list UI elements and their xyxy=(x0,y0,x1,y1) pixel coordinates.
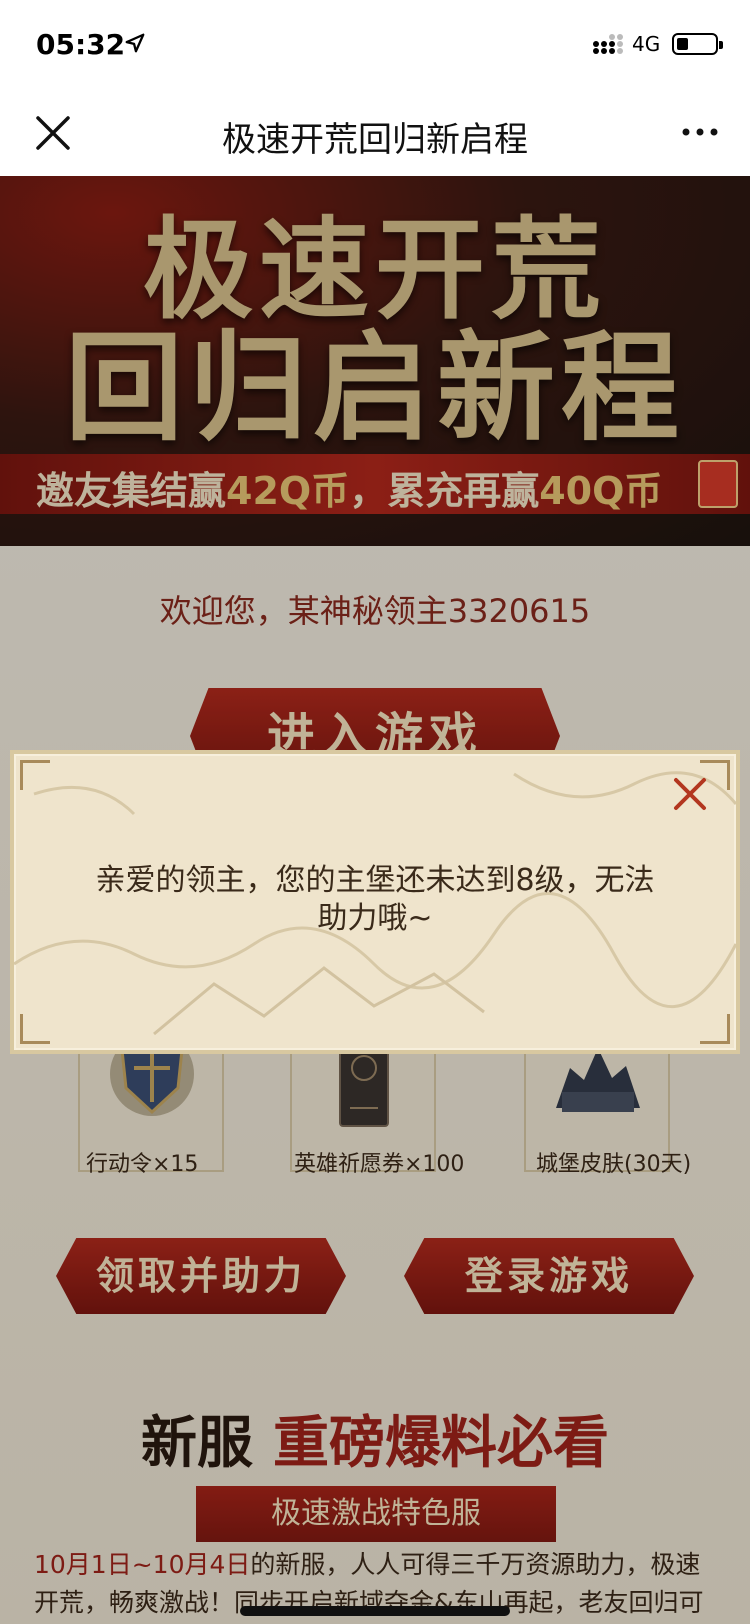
signal-icon xyxy=(593,34,623,54)
nav-bar: 极速开荒回归新启程 xyxy=(0,92,750,176)
corner-ornament xyxy=(20,760,50,790)
more-icon[interactable] xyxy=(680,120,720,144)
network-label: 4G xyxy=(632,32,661,56)
battery-cap xyxy=(719,41,723,49)
home-indicator[interactable] xyxy=(240,1606,510,1616)
status-time: 05:32 xyxy=(36,28,126,61)
page-title: 极速开荒回归新启程 xyxy=(222,120,528,160)
battery-fill xyxy=(677,38,688,50)
modal-message: 亲爱的领主，您的主堡还未达到8级，无法助力哦~ xyxy=(95,863,655,936)
corner-ornament xyxy=(700,1014,730,1044)
alert-modal: 亲爱的领主，您的主堡还未达到8级，无法助力哦~ xyxy=(10,750,740,1054)
corner-ornament xyxy=(20,1014,50,1044)
battery-icon xyxy=(672,33,723,55)
modal-close-icon[interactable] xyxy=(670,774,710,814)
location-arrow-icon xyxy=(125,33,145,53)
status-bar: 05:32 4G xyxy=(0,0,750,92)
